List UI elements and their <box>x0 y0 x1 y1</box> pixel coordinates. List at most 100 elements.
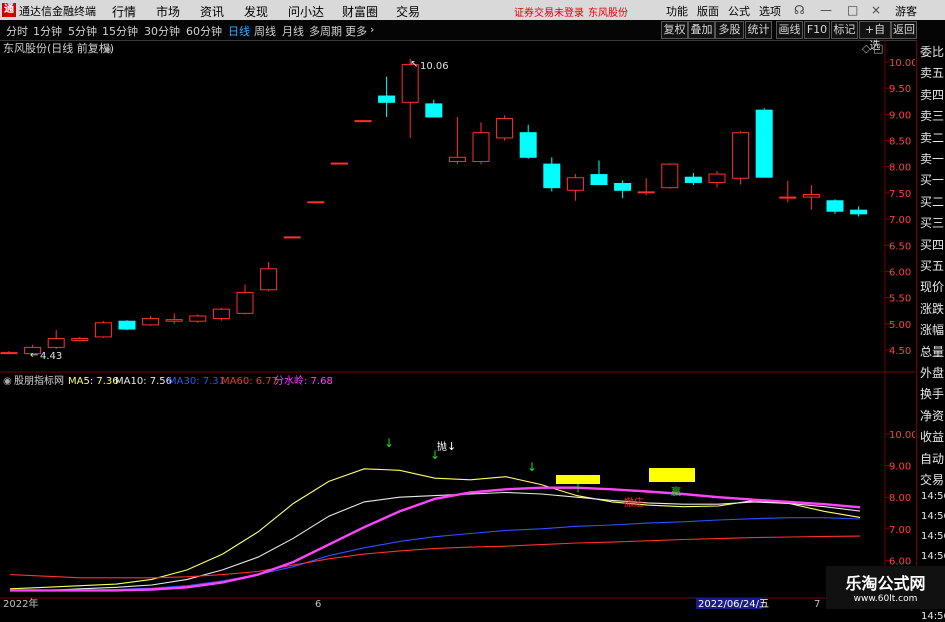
quote-field-label[interactable]: 自动 <box>920 450 944 467</box>
candle-body <box>283 236 301 239</box>
quote-field-label: 卖四 <box>920 87 945 102</box>
high-arrow-icon: ↖ <box>410 59 418 70</box>
y-tick-label: 5.00 <box>889 320 911 331</box>
period-60min[interactable]: 60分钟 <box>186 23 222 39</box>
minimize-icon[interactable]: — <box>820 3 832 17</box>
watermark-title: 乐淘公式网 <box>845 574 926 593</box>
candle-body <box>0 352 18 355</box>
menu-wenxiaoda[interactable]: 问小达 <box>288 3 324 20</box>
menu-jiaoyi[interactable]: 交易 <box>396 3 420 20</box>
menu-banmian[interactable]: 版面 <box>697 3 719 19</box>
settings-dot-icon[interactable]: ◉ <box>103 44 112 55</box>
candle-body <box>212 308 230 320</box>
quote-field-label: 卖五 <box>920 66 945 81</box>
candle-body <box>47 337 65 348</box>
quote-field-label: 外盘 <box>920 366 945 380</box>
y-tick-label: 6.50 <box>889 241 911 252</box>
period-multi[interactable]: 多周期 <box>309 23 342 39</box>
close-icon[interactable]: × <box>871 3 881 17</box>
period-fenshi[interactable]: 分时 <box>6 23 28 39</box>
quote-field-label: 卖二 <box>920 130 945 145</box>
menu-zixun[interactable]: 资讯 <box>200 3 224 20</box>
app-title: 通达信金融终端 <box>19 5 96 18</box>
candle-body <box>94 322 112 338</box>
btn-duogu[interactable]: 多股 <box>715 21 744 39</box>
candle-body <box>307 201 325 204</box>
menu-hangqing[interactable]: 行情 <box>112 3 136 20</box>
btn-zixuan[interactable]: +自选 <box>859 21 891 52</box>
stock-name-title: 东风股份 <box>588 8 628 19</box>
quote-field-label: 涨幅 <box>920 323 945 338</box>
btn-tongji[interactable]: 统计 <box>745 21 772 39</box>
x-label-year: 2022年 <box>3 597 38 609</box>
period-1min[interactable]: 1分钟 <box>33 23 62 39</box>
title-bar: 通 通达信金融终端 行情 市场 资讯 发现 问小达 财富圈 交易 证券交易未登录… <box>0 0 945 20</box>
legend-ma5: MA5: 7.36 <box>68 376 119 387</box>
period-daily[interactable]: 日线 <box>228 23 250 39</box>
period-monthly[interactable]: 月线 <box>282 23 304 39</box>
period-more[interactable]: 更多 <box>345 23 367 39</box>
candle-body <box>260 268 278 291</box>
watermark: 乐淘公式网 www.60lt.com <box>826 566 945 609</box>
btn-huaxian[interactable]: 画线 <box>776 21 803 39</box>
btn-fuquan[interactable]: 复权 <box>661 21 688 39</box>
menu-gongneng[interactable]: 功能 <box>666 3 688 19</box>
period-weekly[interactable]: 周线 <box>254 23 276 39</box>
headset-icon[interactable]: ☊ <box>794 3 805 17</box>
period-30min[interactable]: 30分钟 <box>144 23 180 39</box>
candle-body <box>519 132 537 158</box>
y-tick-label: 7.00 <box>889 215 911 226</box>
trade-time: 14:56 <box>921 491 945 502</box>
period-15min[interactable]: 15分钟 <box>102 23 138 39</box>
candle-body <box>401 64 419 103</box>
x-label-july: 7 <box>814 599 820 609</box>
period-toolbar: 分时 1分钟 5分钟 15分钟 30分钟 60分钟 日线 周线 月线 多周期 更… <box>0 20 945 52</box>
period-5min[interactable]: 5分钟 <box>68 23 97 39</box>
quote-panel: 委比 卖五 卖四 卖三 卖二 卖一 买一 买二 买三 买四 买五 现价 涨跌 涨幅 总量 外盘 换手 净资 收益 自动… <box>916 40 945 622</box>
trade-time: 14:56 <box>921 511 945 522</box>
candle-body <box>637 191 655 194</box>
btn-fanhui[interactable]: 返回 <box>891 21 917 39</box>
menu-faxian[interactable]: 发现 <box>244 3 268 20</box>
trade-time: 14:56 <box>921 551 945 562</box>
btn-f10[interactable]: F10 <box>804 21 830 39</box>
chart-area[interactable]: 东风股份(日线 前复权) ◉ ◇ □ 10.00 9.50 9.00 8.50 8.00… <box>0 40 915 609</box>
candle-body <box>448 156 466 162</box>
maximize-icon[interactable]: □ <box>847 3 858 17</box>
quote-field-label[interactable]: 交易 <box>920 471 944 488</box>
btn-diejia[interactable]: 叠加 <box>688 21 715 39</box>
quote-field-label: 收益 <box>920 430 945 445</box>
indicator-settings-icon[interactable]: ◉ <box>3 376 12 387</box>
expand-icon[interactable]: □ <box>873 42 883 55</box>
y-tick-label: 4.50 <box>889 346 911 357</box>
login-notice[interactable]: 证券交易未登录 <box>514 4 584 19</box>
y-tick-label: 9.50 <box>889 84 911 95</box>
high-price-label: 10.06 <box>420 61 449 72</box>
menu-shichang[interactable]: 市场 <box>156 3 180 20</box>
chevron-right-icon[interactable]: › <box>370 23 374 36</box>
sell-signal-label: 抛 <box>437 440 447 453</box>
signal-bar-yellow <box>556 475 600 484</box>
menu-caifuquan[interactable]: 财富圈 <box>342 3 378 20</box>
diamond-icon[interactable]: ◇ <box>862 42 871 55</box>
y-tick-label: 10.00 <box>889 430 915 441</box>
candle-body <box>661 163 679 189</box>
btn-biaoji[interactable]: 标记 <box>831 21 858 39</box>
candle-body <box>189 315 207 322</box>
menu-gongshi[interactable]: 公式 <box>728 3 750 19</box>
indicator-line <box>10 517 861 591</box>
candle-body <box>566 177 584 191</box>
quote-field-label: 卖三 <box>920 109 945 124</box>
candle-body <box>590 174 608 186</box>
signal-bar-yellow <box>649 468 695 482</box>
quote-field-label: 现价 <box>920 280 945 295</box>
guest-label[interactable]: 游客 <box>895 3 917 19</box>
candle-body <box>118 320 136 330</box>
quote-field-label: 买五 <box>920 259 945 273</box>
y-tick-label: 7.00 <box>889 525 911 536</box>
y-tick-label: 6.00 <box>889 267 911 278</box>
down-arrow-signal-icon: ↓ <box>527 460 537 474</box>
watermark-url: www.60lt.com <box>853 594 918 604</box>
menu-xuanxiang[interactable]: 选项 <box>759 3 781 19</box>
indicator-y-axis: 10.009.008.007.006.00 <box>885 430 915 567</box>
